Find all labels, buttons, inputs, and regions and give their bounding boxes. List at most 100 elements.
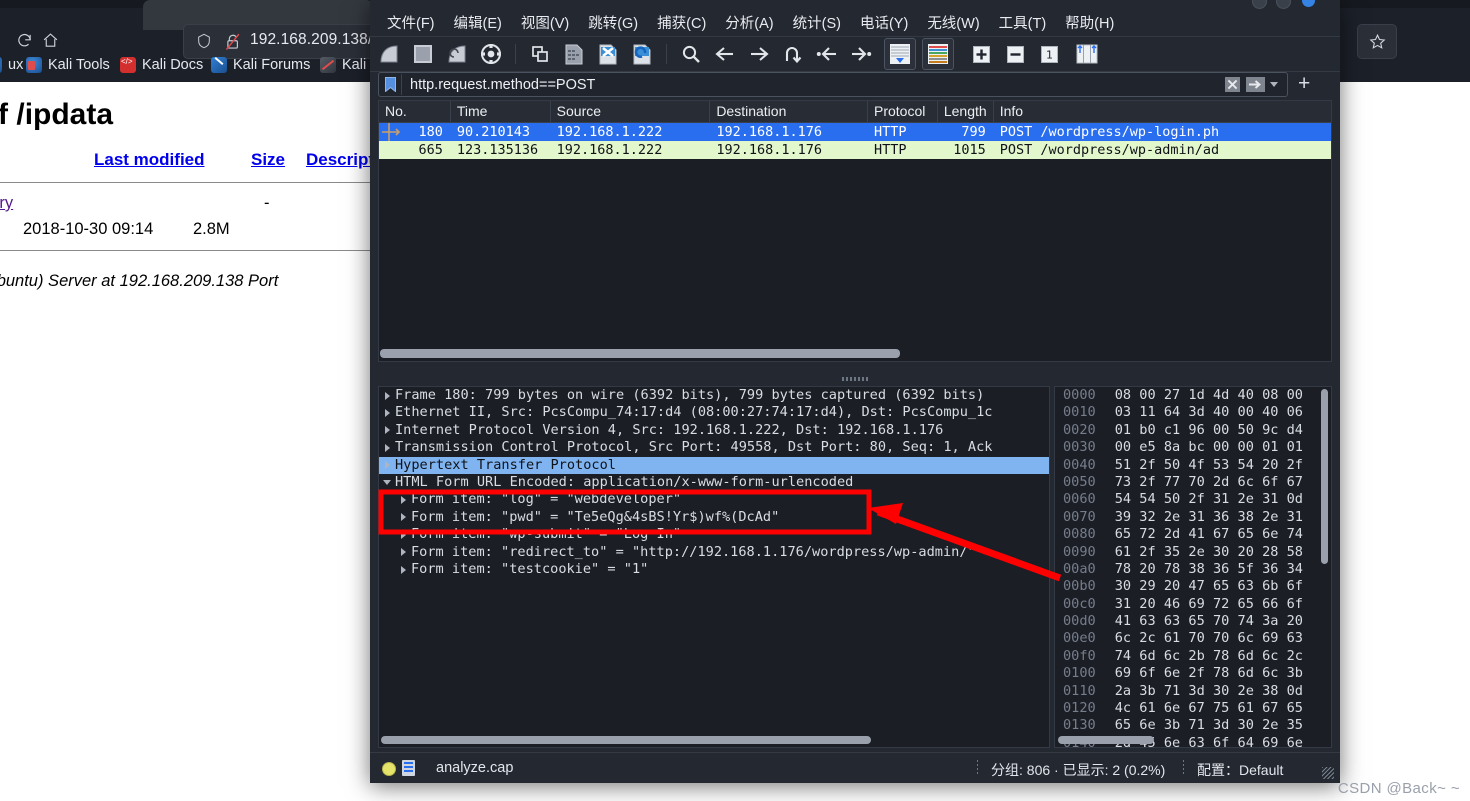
go-to-first-icon[interactable] [812, 39, 842, 69]
detail-row[interactable]: Transmission Control Protocol, Src Port:… [379, 439, 1049, 456]
column-header-protocol[interactable]: Protocol [868, 101, 938, 122]
reload-icon[interactable] [10, 26, 38, 54]
column-header-size[interactable]: Size [251, 150, 285, 170]
chevron-right-icon[interactable] [379, 443, 395, 452]
bookmark-item-2[interactable]: Kali Docs [120, 57, 203, 73]
save-file-icon[interactable] [559, 39, 589, 69]
clear-filter-icon[interactable] [1225, 77, 1240, 97]
filter-bookmark-icon[interactable] [379, 74, 402, 95]
chevron-right-icon[interactable] [379, 391, 395, 400]
display-filter-text[interactable]: http.request.method==POST [402, 77, 1287, 93]
column-header-time[interactable]: Time [451, 101, 551, 122]
chevron-right-icon[interactable] [379, 461, 395, 470]
close-file-icon[interactable] [593, 39, 623, 69]
open-file-icon[interactable] [525, 39, 555, 69]
bookmark-item-3[interactable]: Kali Forums [211, 57, 310, 73]
capture-file-icon[interactable] [402, 760, 415, 776]
menu-item-analyze[interactable]: 分析(A) [725, 12, 773, 33]
column-header-length[interactable]: Length [938, 101, 994, 122]
go-to-packet-icon[interactable] [778, 39, 808, 69]
go-to-last-icon[interactable] [846, 39, 876, 69]
bookmark-item-1[interactable]: Kali Tools [26, 57, 110, 73]
table-row[interactable]: t Directory - [0, 194, 408, 213]
menu-item-wireless[interactable]: 无线(W) [927, 12, 979, 33]
menu-item-help[interactable]: 帮助(H) [1065, 12, 1114, 33]
detail-row[interactable]: HTML Form URL Encoded: application/x-www… [379, 474, 1049, 491]
autoscroll-icon[interactable] [884, 38, 916, 70]
column-header-source[interactable]: Source [551, 101, 711, 122]
hex-bytes: 31 20 46 69 72 65 66 6f [1114, 595, 1303, 612]
packet-bytes-vertical-scrollbar[interactable] [1321, 389, 1328, 564]
packet-bytes-horizontal-scrollbar[interactable] [1058, 736, 1330, 744]
resize-grip[interactable] [1322, 767, 1334, 779]
packet-details-horizontal-scrollbar[interactable] [381, 736, 1049, 744]
column-header-destination[interactable]: Destination [710, 101, 868, 122]
chevron-right-icon[interactable] [395, 496, 411, 505]
packet-details-pane[interactable]: Frame 180: 799 bytes on wire (6392 bits)… [378, 386, 1050, 748]
detail-row[interactable]: Form item: "testcookie" = "1" [379, 561, 1049, 578]
bookmark-item-0[interactable]: ux [0, 57, 23, 73]
packet-bytes-pane[interactable]: 0000 08 00 27 1d 4d 40 08 00 0010 03 11 64… [1054, 386, 1332, 748]
chevron-right-icon[interactable] [379, 409, 395, 418]
menu-item-view[interactable]: 视图(V) [521, 12, 569, 33]
go-back-icon[interactable] [710, 39, 740, 69]
resize-columns-icon[interactable] [1072, 39, 1102, 69]
pane-splitter-handle[interactable] [378, 374, 1332, 384]
detail-row[interactable]: Ethernet II, Src: PcsCompu_74:17:d4 (08:… [379, 404, 1049, 421]
detail-text: Hypertext Transfer Protocol [395, 456, 616, 473]
parent-directory-link[interactable]: t Directory [0, 194, 13, 212]
zoom-out-icon[interactable] [1000, 39, 1030, 69]
apply-filter-icon[interactable] [1246, 77, 1265, 97]
home-icon[interactable] [36, 26, 64, 54]
detail-row-selected[interactable]: Hypertext Transfer Protocol [379, 456, 1049, 474]
menu-item-tools[interactable]: 工具(T) [999, 12, 1047, 33]
colorize-icon[interactable] [922, 38, 954, 70]
close-button[interactable] [1302, 0, 1315, 7]
menu-item-file[interactable]: 文件(F) [387, 12, 435, 33]
menu-item-edit[interactable]: 编辑(E) [454, 12, 502, 33]
restart-capture-icon[interactable] [442, 39, 472, 69]
chevron-right-icon[interactable] [395, 548, 411, 557]
packet-list-pane[interactable]: No. Time Source Destination Protocol Len… [378, 100, 1332, 362]
menu-item-go[interactable]: 跳转(G) [588, 12, 638, 33]
table-row[interactable]: 180 90.210143 192.168.1.222 192.168.1.17… [379, 123, 1331, 141]
start-capture-icon[interactable] [374, 39, 404, 69]
detail-row[interactable]: Form item: "pwd" = "Te5eQg&4sBS!Yr$)wf%(… [379, 509, 1049, 526]
broken-lock-icon[interactable] [224, 32, 242, 51]
ready-bulb-icon[interactable] [382, 762, 396, 776]
zoom-in-icon[interactable] [966, 39, 996, 69]
chevron-down-icon[interactable] [379, 480, 395, 486]
detail-row[interactable]: Frame 180: 799 bytes on wire (6392 bits)… [379, 387, 1049, 404]
menu-item-statistics[interactable]: 统计(S) [793, 12, 841, 33]
detail-row[interactable]: Internet Protocol Version 4, Src: 192.16… [379, 422, 1049, 439]
reload-file-icon[interactable] [627, 39, 657, 69]
chevron-right-icon[interactable] [379, 426, 395, 435]
detail-row[interactable]: Form item: "redirect_to" = "http://192.1… [379, 544, 1049, 561]
chevron-right-icon[interactable] [395, 513, 411, 522]
zoom-reset-icon[interactable]: 1 [1034, 39, 1064, 69]
column-header-no[interactable]: No. [379, 101, 451, 122]
kali-docs-icon [120, 57, 136, 73]
menu-item-capture[interactable]: 捕获(C) [657, 12, 706, 33]
detail-row[interactable]: Form item: "wp-submit" = "Log In" [379, 526, 1049, 543]
plus-icon[interactable]: + [1298, 73, 1310, 94]
cell-length: 799 [961, 124, 986, 140]
chevron-right-icon[interactable] [395, 530, 411, 539]
column-header-last-modified[interactable]: Last modified [94, 150, 205, 170]
chevron-down-icon[interactable] [1270, 82, 1278, 87]
bookmark-item-4[interactable]: Kali [320, 57, 366, 73]
find-packet-icon[interactable] [676, 39, 706, 69]
wireshark-titlebar[interactable] [370, 0, 1340, 9]
chevron-right-icon[interactable] [395, 565, 411, 574]
go-forward-icon[interactable] [744, 39, 774, 69]
status-bar: analyze.cap 分组: 806 · 已显示: 2 (0.2%) 配置：D… [370, 752, 1340, 784]
packet-list-horizontal-scrollbar[interactable] [380, 349, 1331, 358]
stop-capture-icon[interactable] [408, 39, 438, 69]
table-row[interactable]: 665 123.135136 192.168.1.222 192.168.1.1… [379, 141, 1331, 159]
detail-row[interactable]: Form item: "log" = "webdeveloper" [379, 491, 1049, 508]
display-filter-input[interactable]: http.request.method==POST [378, 72, 1288, 97]
column-header-info[interactable]: Info [994, 101, 1331, 122]
menu-item-telephony[interactable]: 电话(Y) [860, 12, 908, 33]
capture-options-icon[interactable] [476, 39, 506, 69]
table-row[interactable]: ze.cap 2018-10-30 09:14 2.8M [0, 220, 408, 239]
